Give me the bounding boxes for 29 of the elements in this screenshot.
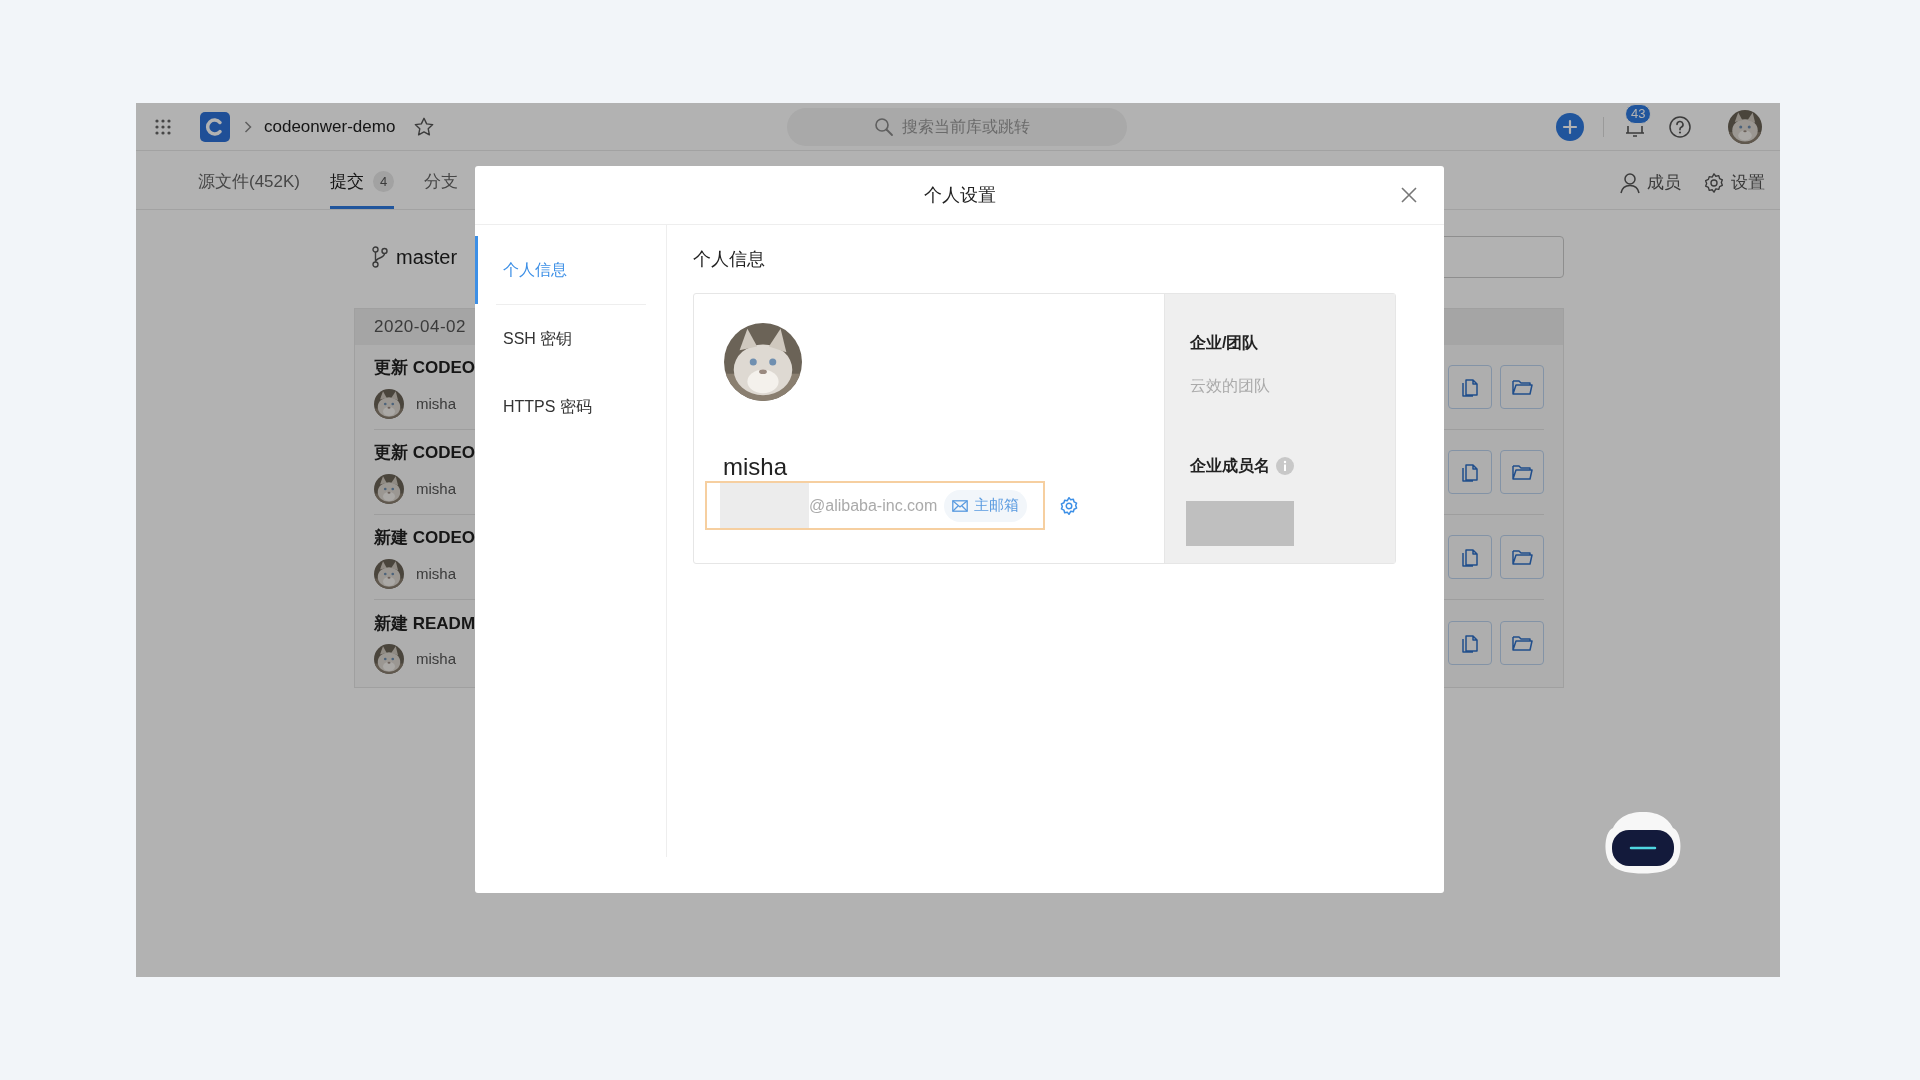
commit-title[interactable]: 新建 CODEO: [374, 525, 476, 551]
author-name: misha: [416, 563, 456, 584]
author-name: misha: [416, 478, 456, 499]
author-name: misha: [416, 393, 456, 414]
repo-tab[interactable]: 源文件(452K): [198, 157, 301, 209]
project-name[interactable]: codeonwer-demo: [264, 113, 396, 140]
member-name-label: 企业成员名: [1190, 456, 1270, 476]
count-badge: 4: [373, 171, 395, 192]
email-address: @alibaba-inc.com: [809, 495, 938, 516]
settings-nav-item[interactable]: HTTPS 密码: [475, 373, 666, 441]
branch-name[interactable]: master: [396, 242, 458, 272]
search-field[interactable]: 搜索当前库或跳转: [787, 108, 1127, 146]
commit-date: 2020-04-02: [374, 316, 466, 339]
dialog-title: 个人设置: [923, 183, 996, 207]
primary-email-tag: 主邮箱: [944, 489, 1028, 522]
repo-tab[interactable]: 分支: [424, 157, 459, 209]
author-name: misha: [416, 649, 456, 669]
members-button[interactable]: 成员: [1619, 170, 1681, 196]
commit-title[interactable]: 更新 CODEO: [374, 440, 476, 466]
team-label: 企业/团队: [1190, 333, 1260, 353]
team-name: 云效的团队: [1190, 376, 1271, 396]
commit-title[interactable]: 更新 CODEO: [374, 355, 476, 381]
repo-tab[interactable]: 提交 4: [330, 157, 395, 209]
settings-button[interactable]: 设置: [1703, 170, 1765, 196]
user-name: misha: [723, 452, 789, 482]
section-title: 个人信息: [693, 248, 766, 271]
commit-title[interactable]: 新建 READM: [374, 610, 476, 637]
notification-badge: 43: [1625, 103, 1652, 124]
settings-nav-item[interactable]: SSH 密钥: [475, 305, 666, 373]
